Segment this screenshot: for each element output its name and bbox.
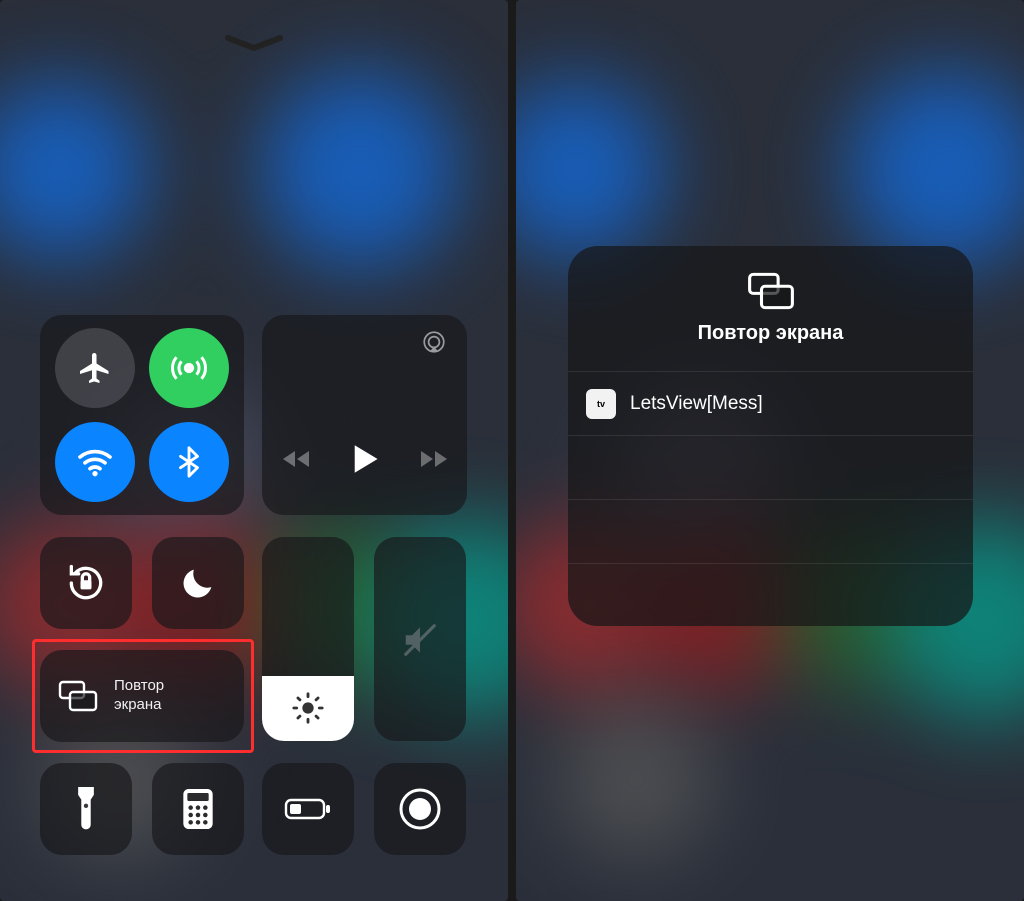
device-row-empty [568,499,973,563]
dismiss-chevron-icon[interactable] [224,34,284,52]
brightness-icon [291,691,325,725]
volume-mute-icon [401,621,439,659]
connectivity-panel[interactable] [40,315,244,515]
volume-slider[interactable] [374,537,466,741]
phone-right: Повтор экрана tv LetsView[Mess] [516,0,1024,901]
cellular-data-button[interactable] [149,328,229,408]
screen-mirroring-icon [58,680,98,712]
airplay-audio-icon[interactable] [421,329,447,355]
device-row[interactable]: tv LetsView[Mess] [568,371,973,435]
fast-forward-button[interactable] [419,447,449,471]
rotation-lock-icon [64,561,108,605]
control-center: Повтор экрана [0,0,508,901]
device-row-empty [568,435,973,499]
airplane-mode-button[interactable] [55,328,135,408]
bluetooth-button[interactable] [149,422,229,502]
airplane-icon [77,350,113,386]
play-button[interactable] [351,443,379,475]
device-name: LetsView[Mess] [630,393,763,415]
phone-left: Повтор экрана [0,0,508,901]
do-not-disturb-button[interactable] [152,537,244,629]
screen-mirroring-icon [747,272,795,310]
bluetooth-icon [172,445,206,479]
brightness-slider[interactable] [262,537,354,741]
sheet-title: Повтор экрана [698,322,844,345]
media-panel[interactable] [262,315,467,515]
wifi-button[interactable] [55,422,135,502]
calculator-button[interactable] [152,763,244,855]
device-row-empty [568,563,973,626]
battery-icon [284,796,332,822]
record-icon [399,788,441,830]
screen-record-button[interactable] [374,763,466,855]
rewind-button[interactable] [281,447,311,471]
screen-mirroring-button[interactable]: Повтор экрана [40,650,244,742]
wifi-icon [75,442,115,482]
cellular-icon [169,348,209,388]
flashlight-button[interactable] [40,763,132,855]
screen-mirroring-sheet: Повтор экрана tv LetsView[Mess] [568,246,973,626]
moon-icon [178,563,218,603]
apple-tv-icon: tv [586,389,616,419]
rotation-lock-button[interactable] [40,537,132,629]
screen-mirroring-label: Повтор экрана [114,677,164,715]
device-list: tv LetsView[Mess] [568,371,973,626]
calculator-icon [183,789,213,829]
flashlight-icon [75,787,97,831]
low-power-mode-button[interactable] [262,763,354,855]
